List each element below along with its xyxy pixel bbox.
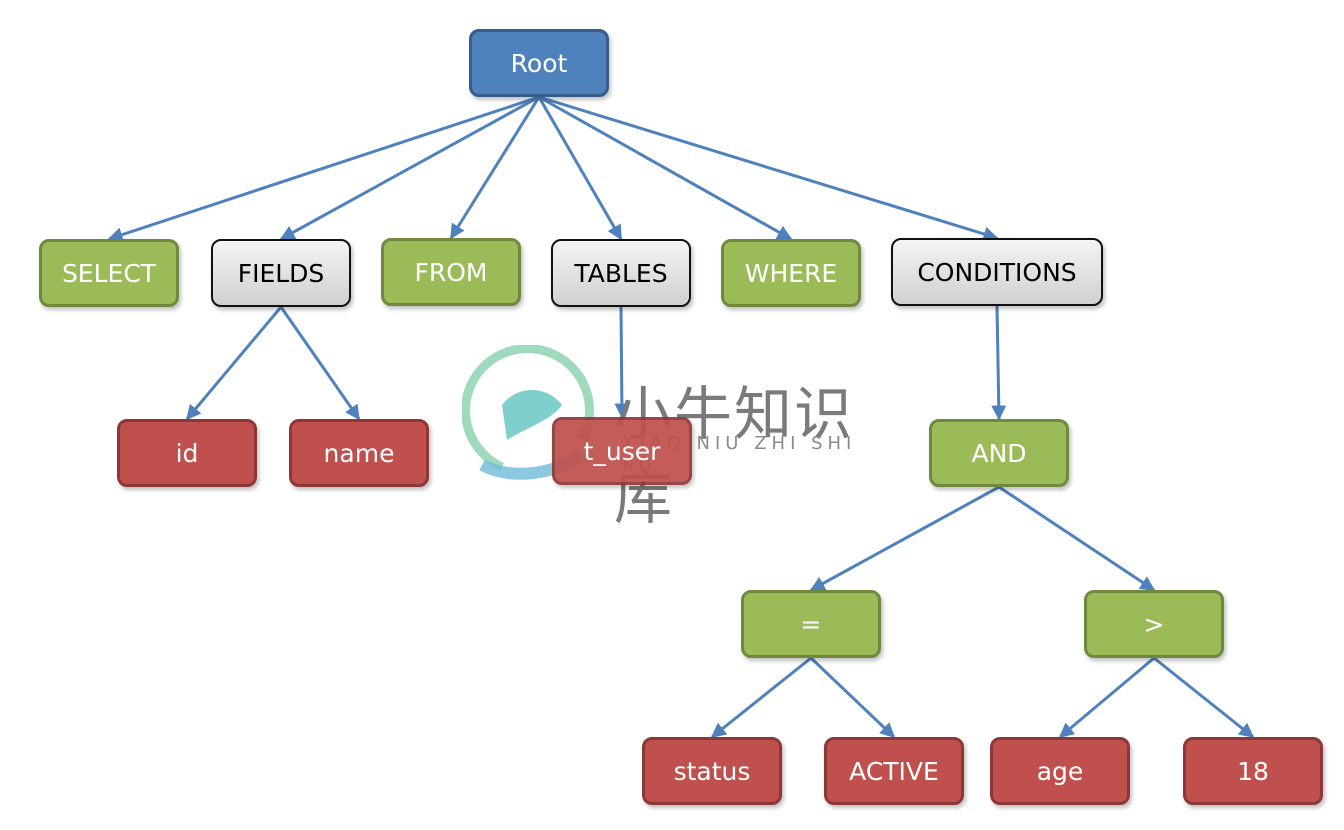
edge-root-to-where bbox=[538, 95, 793, 241]
node-greater-than: > bbox=[1084, 590, 1224, 658]
node-select: SELECT bbox=[39, 239, 179, 307]
node-active: ACTIVE bbox=[824, 737, 964, 805]
node-conditions: CONDITIONS bbox=[891, 238, 1103, 306]
node-equals: = bbox=[741, 590, 881, 658]
edge-fields-to-name bbox=[279, 306, 361, 421]
node-fields: FIELDS bbox=[211, 239, 351, 307]
edge-conditions-to-and bbox=[991, 305, 1007, 421]
edge-eq-to-status bbox=[710, 656, 812, 739]
edge-fields-to-id bbox=[185, 306, 283, 421]
node-where: WHERE bbox=[721, 239, 861, 307]
edge-and-to-eq bbox=[809, 485, 1000, 592]
edge-root-to-from bbox=[449, 96, 541, 240]
node-root: Root bbox=[469, 29, 609, 97]
node-t-user: t_user bbox=[552, 417, 692, 485]
edge-gt-to-n18 bbox=[1153, 656, 1255, 739]
edge-tables-to-t_user bbox=[614, 306, 630, 419]
node-18: 18 bbox=[1183, 737, 1323, 805]
node-from: FROM bbox=[381, 238, 521, 306]
node-name: name bbox=[289, 419, 429, 487]
node-tables: TABLES bbox=[551, 239, 691, 307]
edge-gt-to-age bbox=[1058, 656, 1155, 739]
edge-root-to-select bbox=[107, 95, 540, 242]
node-and: AND bbox=[929, 419, 1069, 487]
edges-layer bbox=[107, 95, 1255, 739]
node-age: age bbox=[990, 737, 1130, 805]
edge-eq-to-active bbox=[809, 656, 896, 739]
node-id: id bbox=[117, 419, 257, 487]
node-status: status bbox=[642, 737, 782, 805]
edge-and-to-gt bbox=[998, 485, 1156, 592]
